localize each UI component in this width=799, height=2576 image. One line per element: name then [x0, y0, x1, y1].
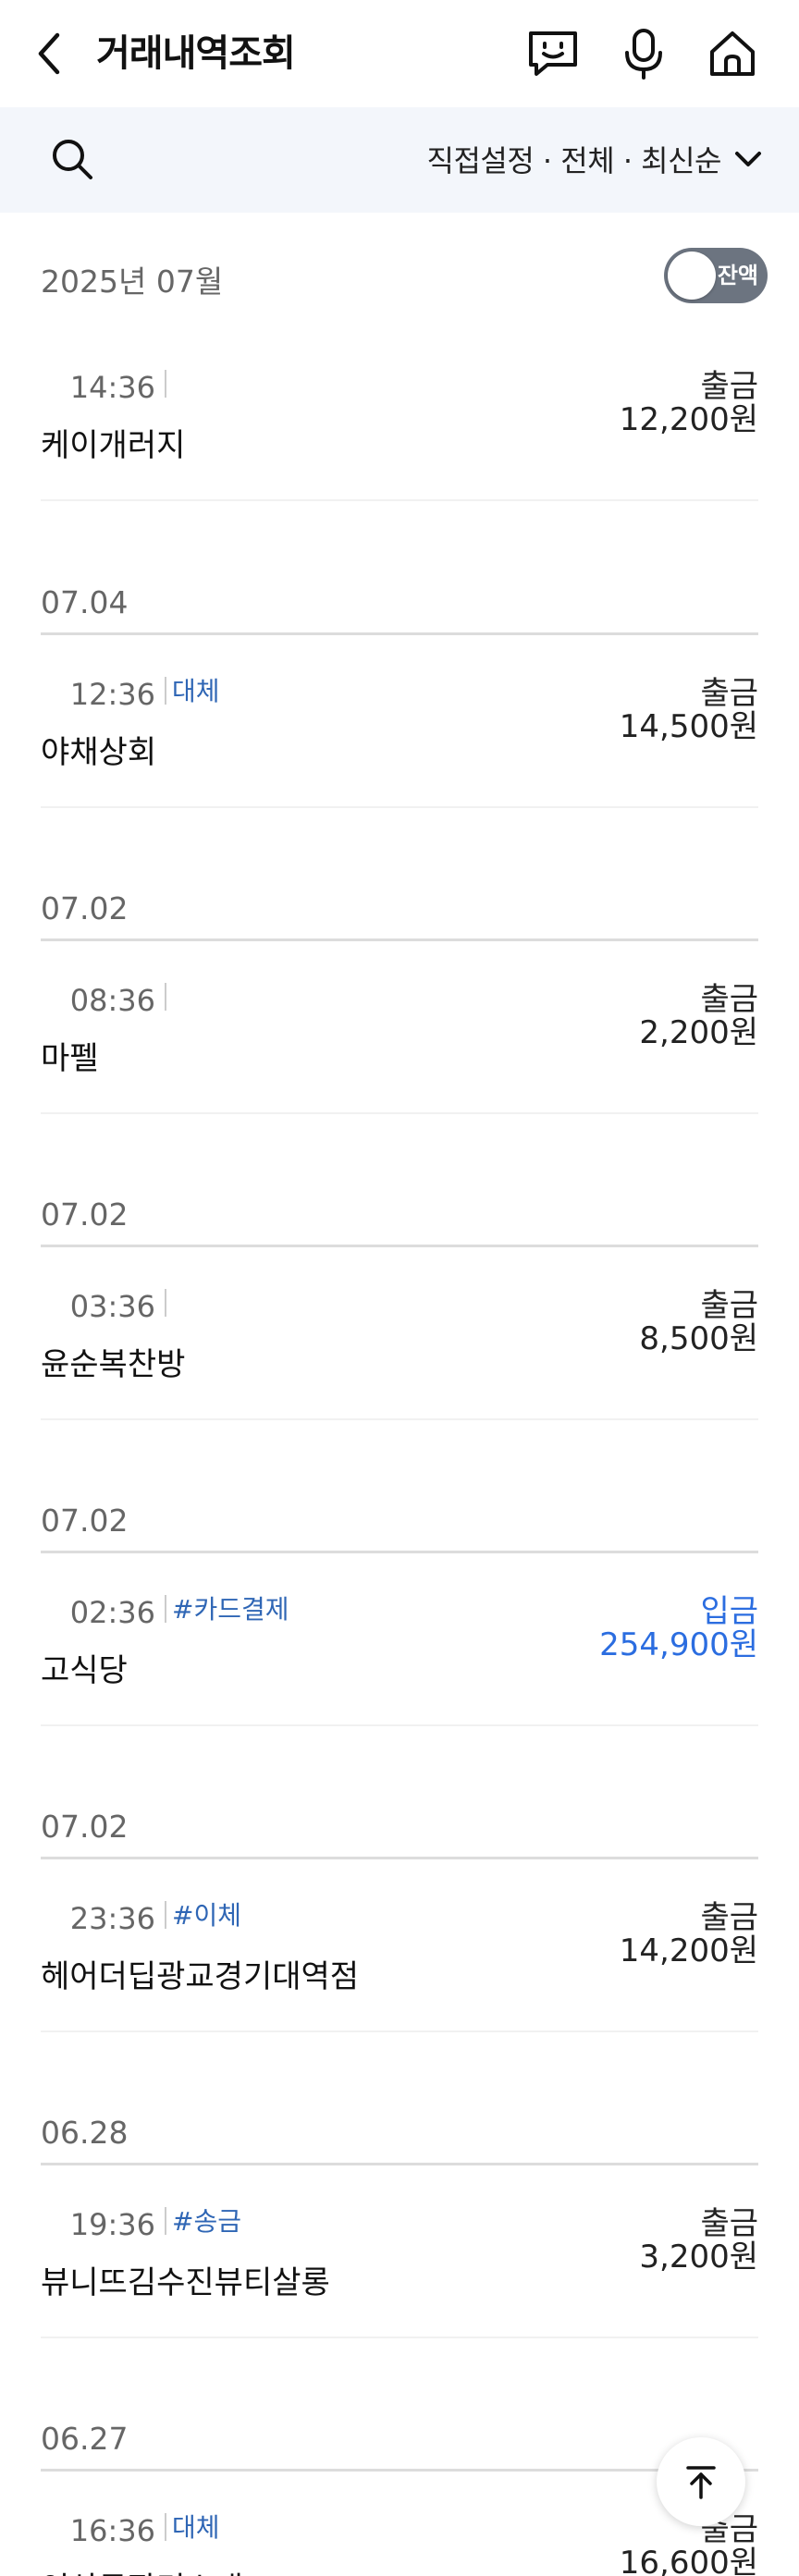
transaction-row[interactable]: 19:36 #송금 뷰니뜨김수진뷰티살롱 출금 3,200원 [0, 2172, 799, 2338]
date-header: 07.02 [0, 890, 799, 946]
scroll-top-button[interactable] [657, 2437, 745, 2526]
transaction-amount: 16,600원 [619, 2545, 758, 2576]
page-title: 거래내역조회 [96, 32, 296, 75]
transaction-time: 14:36 [69, 370, 155, 405]
date-header: 07.04 [0, 584, 799, 640]
transaction-amount: 3,200원 [639, 2239, 758, 2275]
time-divider [165, 2207, 166, 2235]
date-divider [41, 2163, 758, 2165]
date-divider [41, 1551, 758, 1553]
row-divider [41, 2030, 758, 2032]
transaction-row[interactable]: 08:36 마펠 출금 2,200원 [0, 948, 799, 1114]
date-label: 07.02 [41, 890, 129, 926]
transaction-tag: #이체 [172, 1900, 241, 1931]
date-label: 07.02 [41, 1503, 129, 1539]
transaction-row[interactable]: 23:36 #이체 헤어더딥광교경기대역점 출금 14,200원 [0, 1866, 799, 2032]
transaction-tag: 대체 [172, 676, 220, 706]
transaction-amount: 12,200원 [619, 401, 758, 438]
search-icon [53, 140, 92, 179]
transaction-row[interactable]: 02:36 #카드결제 고식당 입금 254,900원 [0, 1560, 799, 1726]
transaction-amount: 8,500원 [639, 1320, 758, 1357]
transaction-tag: #카드결제 [172, 1594, 289, 1625]
month-label: 2025년 07월 [41, 264, 224, 300]
transaction-time: 19:36 [69, 2207, 155, 2242]
date-header: 07.02 [0, 1196, 799, 1252]
time-divider [165, 370, 166, 398]
transaction-row[interactable]: 03:36 윤순복찬방 출금 8,500원 [0, 1254, 799, 1420]
row-divider [41, 1418, 758, 1420]
date-divider [41, 1857, 758, 1859]
search-button[interactable] [46, 133, 98, 185]
transaction-row[interactable]: 12:36 대체 야채상회 출금 14,500원 [0, 642, 799, 808]
transaction-amount: 254,900원 [599, 1626, 758, 1663]
balance-toggle-label: 잔액 [717, 263, 758, 288]
microphone-icon [625, 29, 662, 80]
transaction-merchant: 마펠 [41, 1040, 99, 1077]
chatbot-button[interactable] [523, 24, 583, 83]
date-label: 07.02 [41, 1196, 129, 1233]
time-divider [165, 983, 166, 1011]
row-divider [41, 2337, 758, 2338]
date-divider [41, 632, 758, 635]
time-divider [165, 2513, 166, 2541]
transaction-merchant: 고식당 [41, 1652, 128, 1689]
transaction-amount: 14,500원 [619, 708, 758, 745]
time-divider [165, 1289, 166, 1317]
home-button[interactable] [703, 24, 762, 83]
app-header: 거래내역조회 [0, 0, 799, 107]
transaction-tag: 대체 [172, 2512, 220, 2543]
transaction-amount: 14,200원 [619, 1932, 758, 1969]
date-divider [41, 2469, 758, 2472]
row-divider [41, 806, 758, 808]
month-header: 2025년 07월 잔액 [0, 240, 799, 314]
date-header: 07.02 [0, 1809, 799, 1864]
transaction-merchant: 야채상회 [41, 734, 157, 771]
back-button[interactable] [35, 28, 80, 80]
time-divider [165, 1901, 166, 1929]
transaction-time: 12:36 [69, 677, 155, 712]
time-divider [165, 677, 166, 705]
transaction-amount: 2,200원 [639, 1014, 758, 1051]
home-icon [710, 31, 755, 76]
voice-button[interactable] [614, 24, 673, 83]
transaction-tag: #송금 [172, 2206, 241, 2237]
date-divider [41, 1245, 758, 1247]
row-divider [41, 1112, 758, 1114]
filter-bar: 직접설정 · 전체 · 최신순 [0, 107, 799, 213]
chevron-down-icon [735, 152, 761, 166]
date-label: 07.02 [41, 1809, 129, 1845]
filter-dropdown[interactable]: 직접설정 · 전체 · 최신순 [427, 133, 763, 185]
filter-label: 직접설정 · 전체 · 최신순 [426, 143, 722, 178]
chatbot-icon [529, 31, 577, 76]
arrow-up-icon [686, 2466, 716, 2499]
balance-toggle[interactable]: 잔액 [664, 248, 768, 303]
date-label: 06.28 [41, 2115, 129, 2151]
time-divider [165, 1595, 166, 1623]
date-divider [41, 938, 758, 941]
row-divider [41, 1724, 758, 1726]
date-label: 07.04 [41, 584, 129, 620]
transaction-time: 23:36 [69, 1901, 155, 1936]
transaction-merchant: 헤어더딥광교경기대역점 [41, 1958, 360, 1995]
date-header: 06.28 [0, 2115, 799, 2170]
back-arrow-icon [38, 32, 60, 75]
date-header: 07.02 [0, 1503, 799, 1558]
row-divider [41, 499, 758, 501]
transaction-time: 16:36 [69, 2513, 155, 2548]
transaction-merchant: 케이개러지 [41, 427, 186, 464]
toggle-knob [668, 251, 716, 300]
transaction-merchant: 윤순복찬방 [41, 1346, 186, 1383]
transaction-merchant: 뷰니뜨김수진뷰티살롱 [41, 2264, 330, 2301]
transaction-merchant: 인삼공장터스대 [41, 2563, 243, 2576]
date-label: 06.27 [41, 2421, 129, 2457]
transaction-time: 08:36 [69, 983, 155, 1018]
transaction-row[interactable]: 14:36 케이개러지 출금 12,200원 [0, 335, 799, 501]
transaction-time: 02:36 [69, 1595, 155, 1630]
transaction-time: 03:36 [69, 1289, 155, 1324]
